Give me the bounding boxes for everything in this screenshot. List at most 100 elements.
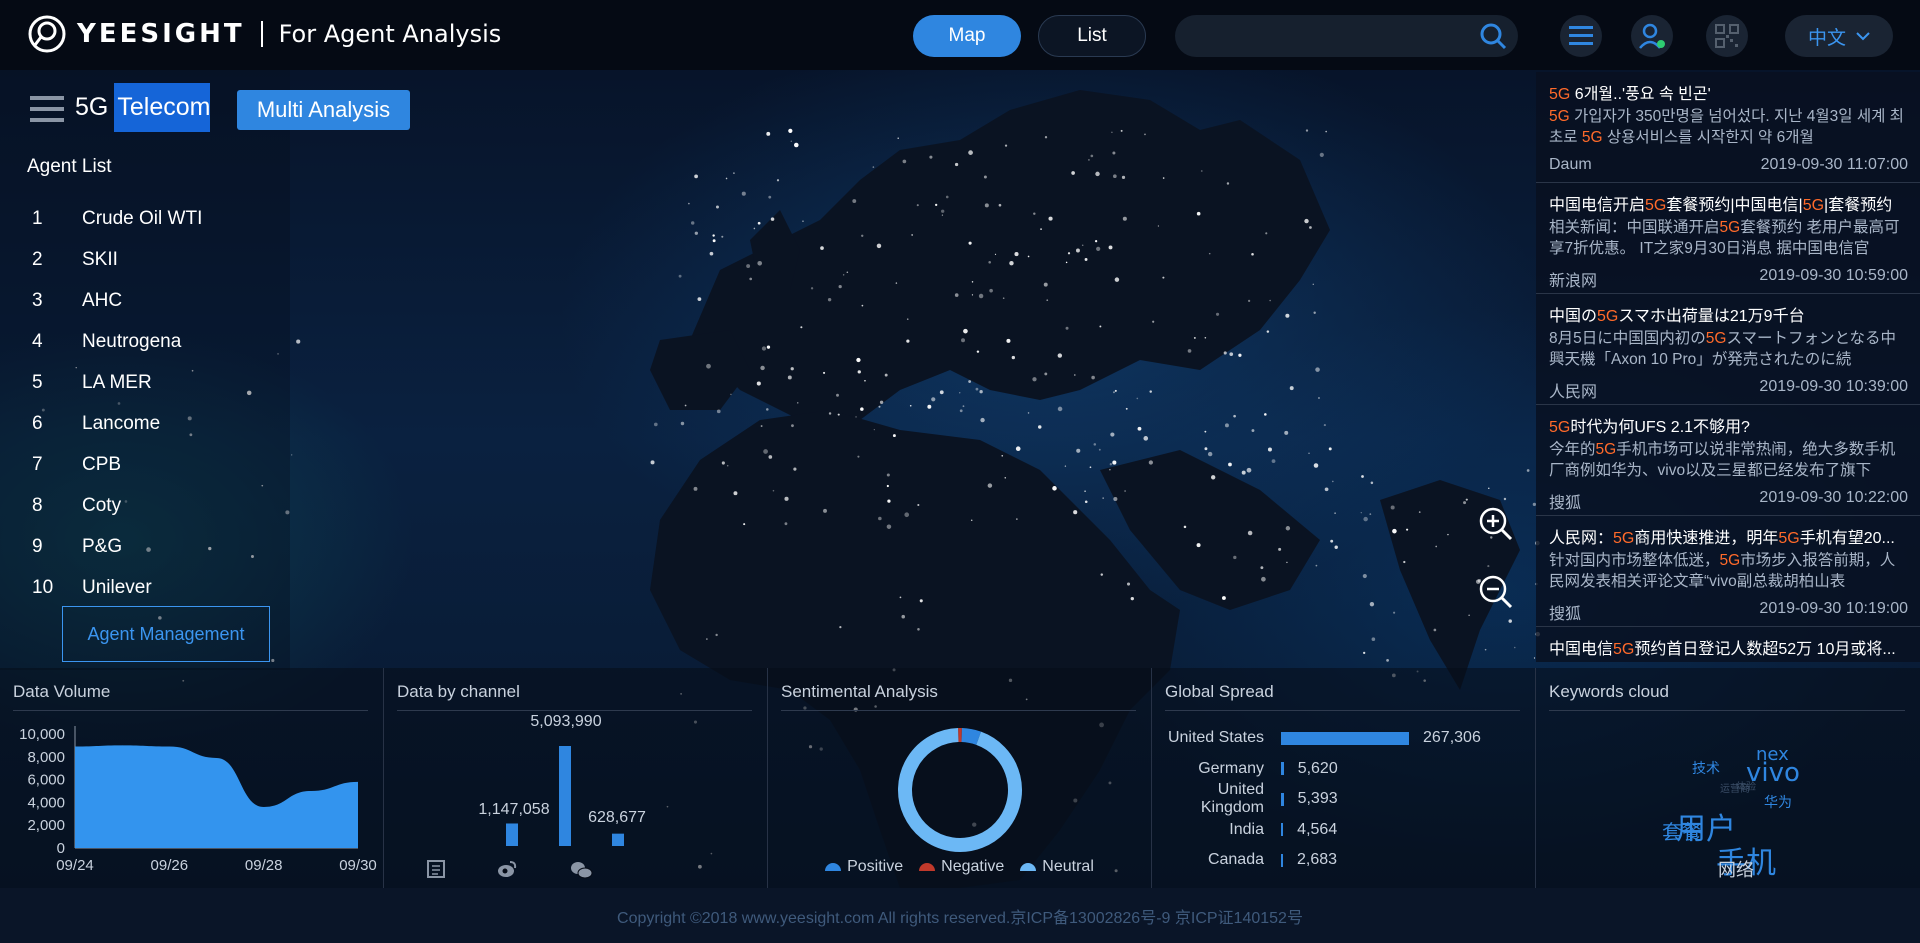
keyword[interactable]: 网络 <box>1718 856 1754 882</box>
city-light <box>906 318 909 320</box>
news-title[interactable]: 人民网：5G商用快速推进，明年5G手机有望20... <box>1549 524 1908 546</box>
news-title[interactable]: 5G 6개월..'풍요 속 빈곤' <box>1549 80 1908 102</box>
list-menu-icon <box>1569 26 1593 45</box>
legend-negative[interactable]: Negative <box>919 858 1004 876</box>
city-light <box>1390 505 1395 510</box>
spread-row[interactable]: Canada 2,683 <box>1152 845 1536 875</box>
volume-area <box>75 745 358 848</box>
news-item[interactable]: 5G 6개월..'풍요 속 빈곤' 5G 가입자가 350만명을 넘어섰다. 지난… <box>1536 72 1920 183</box>
city-light <box>1113 174 1117 179</box>
data-volume-chart[interactable]: 0 2,000 4,000 6,000 8,000 10,000 09/24 09/26 09/… <box>0 668 384 888</box>
multi-analysis-button[interactable]: Multi Analysis <box>237 90 410 130</box>
keyword[interactable]: 华为 <box>1764 792 1792 812</box>
spread-row[interactable]: United States 267,306 <box>1152 723 1536 753</box>
city-light <box>839 625 842 629</box>
city-light <box>768 455 773 459</box>
news-title[interactable]: 中国电信5G预约首日登记人数超52万 10月或将... <box>1549 635 1908 657</box>
search-icon[interactable] <box>1479 22 1507 50</box>
city-light <box>998 203 1002 207</box>
city-light <box>1330 539 1334 543</box>
news-time: 2019-09-30 10:22:00 <box>1759 489 1908 506</box>
city-light <box>1112 391 1115 394</box>
search-input[interactable] <box>1175 15 1518 57</box>
qr-code-button[interactable] <box>1706 15 1748 57</box>
city-light <box>1204 430 1207 433</box>
city-light <box>962 405 965 408</box>
spread-row[interactable]: Germany 5,620 <box>1152 754 1536 784</box>
agent-item[interactable]: 5 LA MER <box>28 362 202 403</box>
legend-positive[interactable]: Positive <box>825 858 903 876</box>
zoom-out-icon[interactable] <box>1478 574 1514 610</box>
city-light <box>857 370 861 374</box>
city-light <box>1162 177 1165 179</box>
channel-bar[interactable] <box>559 746 571 846</box>
news-time: 2019-09-30 10:19:00 <box>1759 600 1908 617</box>
legend-neutral[interactable]: Neutral <box>1020 858 1094 876</box>
city-light <box>1488 487 1490 490</box>
agent-number: 2 <box>32 248 43 270</box>
spread-value: 5,620 <box>1297 759 1338 777</box>
city-light <box>1084 500 1088 504</box>
hamburger-icon[interactable] <box>30 96 64 122</box>
spread-row[interactable]: United Kingdom 5,393 <box>1152 781 1536 816</box>
keyword[interactable]: 技术 <box>1692 758 1720 778</box>
news-item[interactable]: 中国电信开启5G套餐预约|中国电信|5G|套餐预约 相关新闻：中国联通开启5G套餐… <box>1536 183 1920 294</box>
country-label: India <box>1229 820 1264 838</box>
news-item[interactable]: 人民网：5G商用快速推进，明年5G手机有望20... 针对国内市场整体低迷，5G市… <box>1536 516 1920 627</box>
city-light <box>1126 582 1131 586</box>
news-item[interactable]: 中国电信5G预约首日登记人数超52万 10月或将... <box>1536 627 1920 662</box>
agent-item[interactable]: 6 Lancome <box>28 403 202 444</box>
city-light <box>1152 320 1155 323</box>
agent-item[interactable]: 4 Neutrogena <box>28 321 202 362</box>
logo[interactable]: YEESIGHT For Agent Analysis <box>27 14 501 54</box>
spread-row[interactable]: India 4,564 <box>1152 815 1536 845</box>
channel-bar[interactable] <box>506 823 518 846</box>
agent-item[interactable]: 10 Unilever <box>28 567 202 608</box>
city-light <box>1102 497 1104 499</box>
country-label: United Kingdom <box>1200 781 1264 816</box>
sentiment-slice-positive[interactable] <box>961 728 982 745</box>
data-by-channel-chart[interactable]: 1,147,058 5,093,990 628,677 <box>384 668 768 888</box>
agent-item[interactable]: 1 Crude Oil WTI <box>28 198 202 239</box>
user-button[interactable] <box>1631 15 1673 57</box>
city-light <box>879 400 884 404</box>
menu-button[interactable] <box>1560 15 1602 57</box>
city-light <box>1284 430 1289 435</box>
city-light <box>1124 490 1126 492</box>
city-light <box>760 425 763 427</box>
city-light <box>1313 311 1316 314</box>
news-title[interactable]: 中国の5Gスマホ出荷量は21万9千台 <box>1549 302 1908 324</box>
category-title[interactable]: 5G Telecom <box>75 82 211 132</box>
news-title[interactable]: 中国电信开启5G套餐预约|中国电信|5G|套餐预约 <box>1549 191 1908 213</box>
zoom-in-icon[interactable] <box>1478 506 1514 542</box>
y-tick-label: 2,000 <box>27 817 65 834</box>
news-title[interactable]: 5G时代为何UFS 2.1不够用? <box>1549 413 1908 435</box>
city-light <box>1207 451 1213 457</box>
language-select[interactable]: 中文 <box>1785 15 1893 57</box>
city-light <box>680 421 685 426</box>
list-view-button[interactable]: List <box>1038 15 1146 57</box>
channel-bar[interactable] <box>612 833 624 846</box>
news-item[interactable]: 中国の5Gスマホ出荷量は21万9千台 8月5日に中国国内初の5Gスマートフォンとな… <box>1536 294 1920 405</box>
agent-management-button[interactable]: Agent Management <box>62 606 270 662</box>
agent-item[interactable]: 2 SKII <box>28 239 202 280</box>
city-light <box>1113 496 1118 502</box>
agent-item[interactable]: 3 AHC <box>28 280 202 321</box>
city-light <box>823 508 827 513</box>
news-panel[interactable]: 5G 6개월..'풍요 속 빈곤' 5G 가입자가 350만명을 넘어섰다. 지난… <box>1536 72 1920 662</box>
city-light <box>1463 501 1467 505</box>
city-light <box>733 172 735 175</box>
sentiment-slice-neutral[interactable] <box>898 728 1022 852</box>
city-light <box>749 277 753 281</box>
city-light <box>1109 463 1112 466</box>
keyword[interactable]: 体验 <box>1736 778 1756 793</box>
news-item[interactable]: 5G时代为何UFS 2.1不够用? 今年的5G手机市场可以说非常热闹，绝大多数手机… <box>1536 405 1920 516</box>
agent-item[interactable]: 8 Coty <box>28 485 202 526</box>
agent-item[interactable]: 7 CPB <box>28 444 202 485</box>
city-light <box>694 174 698 179</box>
sentiment-donut-chart[interactable] <box>768 668 1152 888</box>
city-light <box>1057 406 1063 412</box>
city-light <box>884 373 888 377</box>
map-view-button[interactable]: Map <box>913 15 1021 57</box>
agent-item[interactable]: 9 P&G <box>28 526 202 567</box>
